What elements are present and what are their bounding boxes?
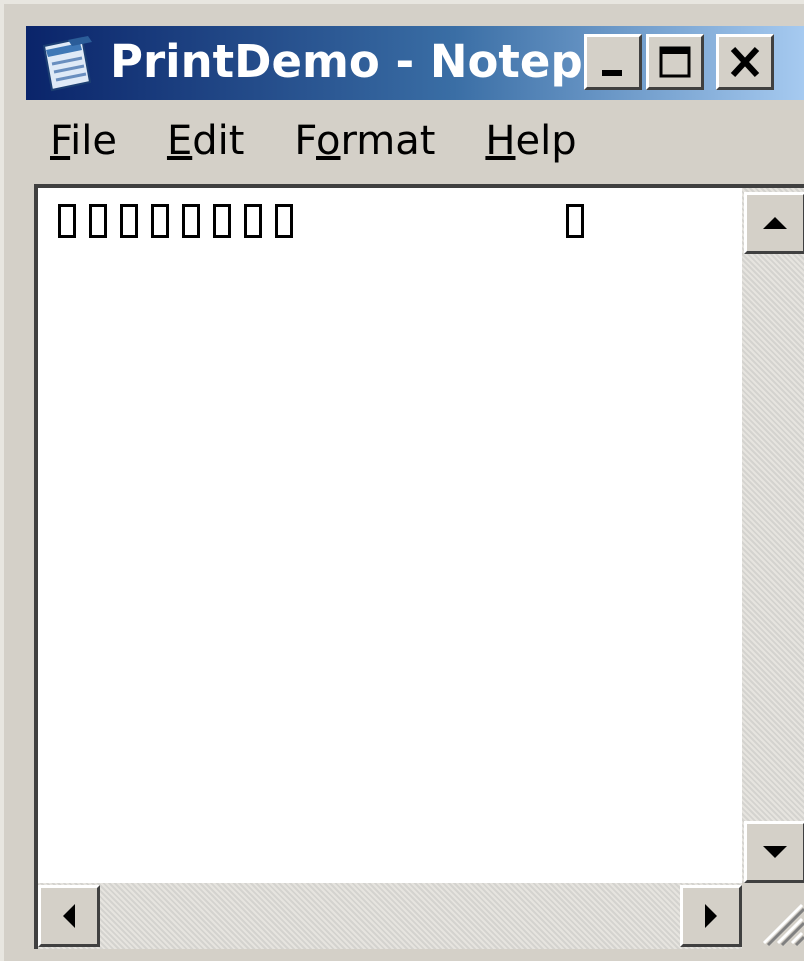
size-grip[interactable]: [742, 883, 804, 949]
notepad-window: PrintDemo - Notepad File Edit Format Hel…: [0, 0, 804, 961]
notepad-icon[interactable]: [38, 36, 96, 92]
scroll-right-button[interactable]: [680, 885, 742, 947]
menu-bar: File Edit Format Help: [26, 104, 804, 178]
menu-help[interactable]: Help: [485, 118, 576, 164]
minimize-icon: [602, 70, 622, 76]
window-title: PrintDemo - Notepad: [110, 35, 646, 88]
text-content[interactable]: [38, 188, 742, 883]
title-bar[interactable]: PrintDemo - Notepad: [26, 26, 804, 100]
missing-glyph-box: [89, 204, 107, 238]
menu-format[interactable]: Format: [294, 118, 435, 164]
missing-glyph-box: [120, 204, 138, 238]
missing-glyph-trailing: [566, 196, 597, 242]
missing-glyph-box: [58, 204, 76, 238]
resize-grip-icon: [762, 903, 804, 947]
missing-glyph-box: [275, 204, 293, 238]
scroll-down-button[interactable]: [744, 821, 804, 883]
scroll-left-button[interactable]: [38, 885, 100, 947]
missing-glyph-box: [566, 204, 584, 238]
maximize-icon: [659, 46, 691, 78]
missing-glyph-run: [58, 196, 306, 242]
scroll-up-button[interactable]: [744, 192, 804, 254]
vertical-scrollbar[interactable]: [742, 188, 804, 883]
missing-glyph-box: [182, 204, 200, 238]
menu-file[interactable]: File: [50, 118, 117, 164]
missing-glyph-box: [151, 204, 169, 238]
missing-glyph-box: [213, 204, 231, 238]
horizontal-scrollbar[interactable]: [38, 883, 742, 949]
close-button[interactable]: [716, 34, 774, 90]
missing-glyph-box: [244, 204, 262, 238]
scroll-right-arrow-icon: [705, 904, 717, 928]
editor-area[interactable]: [34, 184, 804, 949]
scroll-left-arrow-icon: [63, 904, 75, 928]
close-icon: [730, 46, 760, 78]
scroll-down-arrow-icon: [763, 846, 787, 858]
maximize-button[interactable]: [646, 34, 704, 90]
menu-edit[interactable]: Edit: [167, 118, 244, 164]
minimize-button[interactable]: [584, 34, 642, 90]
scroll-up-arrow-icon: [763, 217, 787, 229]
text-line: [48, 196, 732, 246]
